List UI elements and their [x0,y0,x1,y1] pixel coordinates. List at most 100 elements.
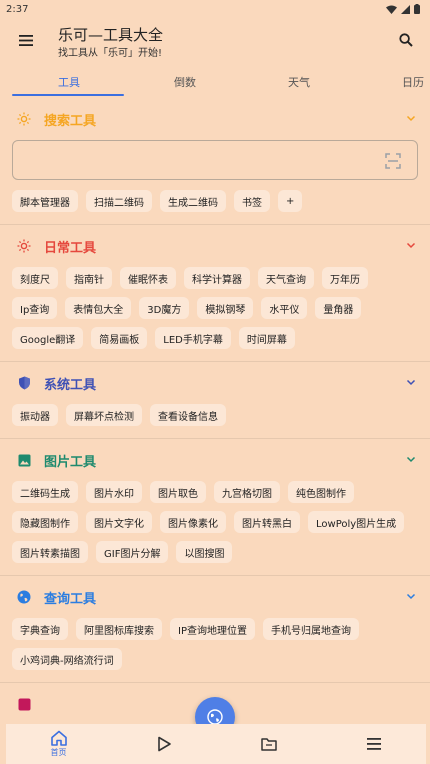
globe-icon [16,589,32,605]
tab-weather[interactable]: 天气 [288,74,310,90]
nav-home[interactable]: 首页 [6,724,111,764]
tool-search-field[interactable] [12,140,418,180]
tool-chip[interactable]: LowPoly图片生成 [308,511,405,533]
section-header-image[interactable]: 图片工具 [12,439,418,481]
chevron-down-icon [406,593,416,600]
chevron-down-icon [406,379,416,386]
tool-chip[interactable]: 屏幕坏点检测 [66,404,142,426]
section-header-search[interactable]: 搜索工具 [12,98,418,140]
tool-chip[interactable]: 指南针 [66,267,112,289]
signal-icon [401,4,410,14]
home-icon [50,730,67,746]
globe-icon [207,709,223,725]
section-title: 图片工具 [44,454,97,470]
play-icon [157,736,171,752]
chip-group: 振动器 屏幕坏点检测 查看设备信息 [12,404,418,438]
section-title: 系统工具 [44,377,97,393]
menu-button[interactable] [16,31,36,49]
tool-chip[interactable]: 科学计算器 [184,267,250,289]
tool-chip[interactable]: 万年历 [322,267,368,289]
wifi-icon [386,5,397,14]
image-icon [16,452,32,468]
section-header-system[interactable]: 系统工具 [12,362,418,404]
nav-media[interactable] [111,724,216,764]
tool-chip[interactable]: 纯色图制作 [288,481,354,503]
nav-files[interactable] [216,724,321,764]
section-header-query[interactable]: 查询工具 [12,576,418,618]
section-search-tools: 搜索工具 脚本管理器 扫描二维码 生成二维码 书签 + [0,98,430,225]
chip-group: 脚本管理器 扫描二维码 生成二维码 书签 + [12,190,418,224]
search-button[interactable] [396,30,416,50]
tool-chip[interactable]: 3D魔方 [139,297,190,319]
tool-chip[interactable]: IP查询地理位置 [170,618,255,640]
hamburger-icon [19,34,33,46]
section-daily-tools: 日常工具 刻度尺 指南针 催眠怀表 科学计算器 天气查询 万年历 Ip查询 表情… [0,225,430,362]
tool-chip[interactable]: 手机号归属地查询 [262,618,359,640]
tool-chip[interactable]: 隐藏图制作 [12,511,78,533]
tool-chip[interactable]: Ip查询 [12,297,58,319]
shield-icon [16,375,32,391]
category-icon [16,696,32,712]
tool-chip[interactable]: 图片水印 [86,481,142,503]
chevron-down-icon [406,242,416,249]
section-title: 查询工具 [44,591,97,607]
tool-chip[interactable]: 图片取色 [150,481,206,503]
section-query-tools: 查询工具 字典查询 阿里图标库搜索 IP查询地理位置 手机号归属地查询 小鸡词典… [0,576,430,683]
tool-chip[interactable]: 图片像素化 [160,511,226,533]
chip-group: 刻度尺 指南针 催眠怀表 科学计算器 天气查询 万年历 Ip查询 表情包大全 3… [12,267,418,361]
tool-chip[interactable]: 以图搜图 [176,541,233,563]
bottom-navigation: 首页 [6,724,426,764]
tool-chip[interactable]: 扫描二维码 [86,190,152,212]
tool-chip[interactable]: 脚本管理器 [12,190,78,212]
tool-chip[interactable]: 时间屏幕 [238,327,295,349]
tab-countdown[interactable]: 倒数 [174,74,196,90]
tool-chip[interactable]: 图片转黑白 [234,511,300,533]
tool-chip[interactable]: 生成二维码 [160,190,226,212]
status-icons [386,4,420,14]
app-subtitle: 找工具从「乐可」开始! [58,48,163,59]
app-title: 乐可—工具大全 [58,26,164,44]
chip-group: 字典查询 阿里图标库搜索 IP查询地理位置 手机号归属地查询 小鸡词典-网络流行… [12,618,418,682]
tool-chip[interactable]: 表情包大全 [65,297,132,319]
tool-chip[interactable]: 阿里图标库搜索 [76,618,162,640]
tool-chip[interactable]: Google翻译 [12,327,84,349]
tool-list[interactable]: 搜索工具 脚本管理器 扫描二维码 生成二维码 书签 + 日常工具 刻度尺 指南针… [0,98,430,724]
tool-chip[interactable]: 模拟钢琴 [197,297,254,319]
tool-chip[interactable]: GIF图片分解 [96,541,169,563]
search-icon [399,33,413,47]
folder-icon [260,738,277,751]
tool-chip[interactable]: 量角器 [315,297,362,319]
sun-icon [16,238,32,254]
tab-tools[interactable]: 工具 [58,74,80,90]
tool-chip[interactable]: 催眠怀表 [120,267,176,289]
scan-icon[interactable] [385,153,401,169]
add-tool-button[interactable]: + [278,190,303,212]
tool-chip[interactable]: 图片文字化 [86,511,152,533]
tool-chip[interactable]: 刻度尺 [12,267,58,289]
tab-bar: 工具 倒数 天气 日历 [0,64,430,98]
tool-chip[interactable]: LED手机字幕 [155,327,231,349]
tool-chip[interactable]: 字典查询 [12,618,68,640]
tool-chip[interactable]: 查看设备信息 [150,404,226,426]
tool-chip[interactable]: 二维码生成 [12,481,78,503]
tool-chip[interactable]: 图片转素描图 [12,541,88,563]
tool-chip[interactable]: 简易画板 [91,327,148,349]
tool-search-input[interactable] [13,141,373,179]
tool-chip[interactable]: 水平仪 [261,297,308,319]
tab-calendar[interactable]: 日历 [402,74,424,90]
sun-icon [16,111,32,127]
section-header-daily[interactable]: 日常工具 [12,225,418,267]
tool-chip[interactable]: 小鸡词典-网络流行词 [12,648,122,670]
list-icon [366,738,381,750]
battery-icon [414,4,420,14]
nav-more[interactable] [321,724,426,764]
section-title: 搜索工具 [44,113,97,129]
chevron-down-icon [406,115,416,122]
tool-chip[interactable]: 振动器 [12,404,58,426]
chip-group: 二维码生成 图片水印 图片取色 九宫格切图 纯色图制作 隐藏图制作 图片文字化 … [12,481,418,575]
tool-chip[interactable]: 天气查询 [258,267,314,289]
tool-chip[interactable]: 九宫格切图 [214,481,280,503]
status-bar: 2:37 [0,0,430,18]
tool-chip[interactable]: 书签 [234,190,270,212]
section-system-tools: 系统工具 振动器 屏幕坏点检测 查看设备信息 [0,362,430,439]
